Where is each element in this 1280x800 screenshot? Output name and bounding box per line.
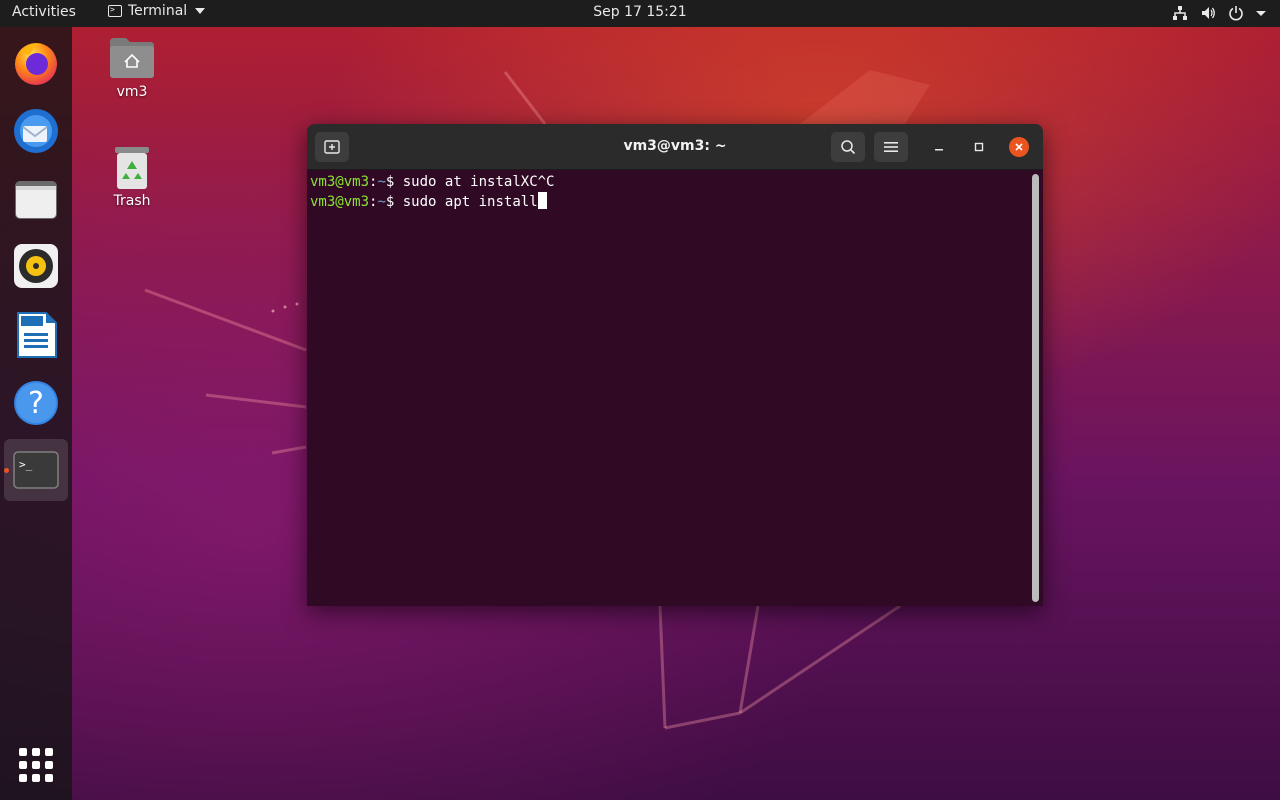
search-icon xyxy=(841,140,856,155)
dock-item-terminal[interactable]: >_ xyxy=(4,439,68,501)
menu-button[interactable] xyxy=(874,132,908,162)
hamburger-menu-icon xyxy=(884,142,898,152)
top-bar: Activities > Terminal Sep 17 15:21 xyxy=(0,0,1280,27)
terminal-output[interactable]: vm3@vm3:~$ sudo at instalXC^C vm3@vm3:~$ … xyxy=(307,170,1031,606)
terminal-icon: > xyxy=(108,5,122,17)
prompt-user: vm3@vm3 xyxy=(310,174,370,190)
dock-item-rhythmbox[interactable] xyxy=(12,242,60,290)
system-tray[interactable] xyxy=(1172,5,1266,21)
dock-item-firefox[interactable] xyxy=(12,39,60,87)
prompt-user: vm3@vm3 xyxy=(310,194,370,210)
network-icon[interactable] xyxy=(1172,5,1188,21)
search-button[interactable] xyxy=(831,132,865,162)
desktop-icon-label: vm3 xyxy=(116,84,148,100)
svg-text:>_: >_ xyxy=(19,458,33,471)
rhythmbox-icon xyxy=(14,244,58,288)
activities-button[interactable]: Activities xyxy=(12,4,76,20)
dock-item-files[interactable] xyxy=(12,176,60,224)
dock-item-help[interactable]: ? xyxy=(12,379,60,427)
prompt-path: ~ xyxy=(377,194,386,210)
desktop-icon-trash[interactable]: Trash xyxy=(87,145,177,209)
dock-item-thunderbird[interactable] xyxy=(12,107,60,155)
text-cursor xyxy=(537,192,547,209)
show-applications-button[interactable] xyxy=(19,748,53,782)
scrollbar[interactable] xyxy=(1032,174,1039,602)
terminal-icon: >_ xyxy=(13,451,59,489)
maximize-button[interactable] xyxy=(969,137,989,157)
desktop-icon-home[interactable]: vm3 xyxy=(87,36,177,100)
terminal-window[interactable]: vm3@vm3: ~ vm3@vm3:~$ sudo at instalXC^C… xyxy=(307,124,1043,606)
terminal-line: vm3@vm3:~$ sudo at instalXC^C xyxy=(310,173,1031,192)
trash-icon xyxy=(115,147,149,189)
prompt-path: ~ xyxy=(377,174,386,190)
thunderbird-icon xyxy=(14,109,58,153)
minimize-icon xyxy=(935,149,943,151)
files-icon xyxy=(15,181,57,219)
chevron-down-icon xyxy=(195,8,206,14)
dock-item-writer[interactable] xyxy=(12,311,60,359)
volume-icon[interactable] xyxy=(1200,5,1216,21)
close-icon xyxy=(1015,143,1023,151)
minimize-button[interactable] xyxy=(929,137,949,157)
svg-text:?: ? xyxy=(28,386,44,421)
window-titlebar[interactable]: vm3@vm3: ~ xyxy=(307,124,1043,170)
apps-grid-icon xyxy=(19,748,27,756)
firefox-icon xyxy=(15,43,57,85)
desktop-icon-label: Trash xyxy=(113,193,151,209)
command-text: sudo at instalXC^C xyxy=(394,174,555,190)
close-button[interactable] xyxy=(1009,137,1029,157)
power-icon[interactable] xyxy=(1228,5,1244,21)
app-menu-label: Terminal xyxy=(128,3,188,19)
clock[interactable]: Sep 17 15:21 xyxy=(593,4,686,20)
app-menu[interactable]: > Terminal xyxy=(108,3,206,19)
command-input[interactable]: sudo apt install xyxy=(394,194,538,210)
window-title: vm3@vm3: ~ xyxy=(623,138,727,154)
new-tab-button[interactable] xyxy=(315,132,349,162)
chevron-down-icon[interactable] xyxy=(1256,5,1266,21)
terminal-line: vm3@vm3:~$ sudo apt install xyxy=(310,192,1031,212)
running-indicator xyxy=(4,468,9,473)
maximize-icon xyxy=(974,142,984,152)
home-folder-icon xyxy=(110,38,154,78)
writer-icon xyxy=(17,312,57,358)
help-icon: ? xyxy=(14,381,58,425)
new-tab-icon xyxy=(324,140,340,154)
dock: ? >_ xyxy=(0,27,72,800)
